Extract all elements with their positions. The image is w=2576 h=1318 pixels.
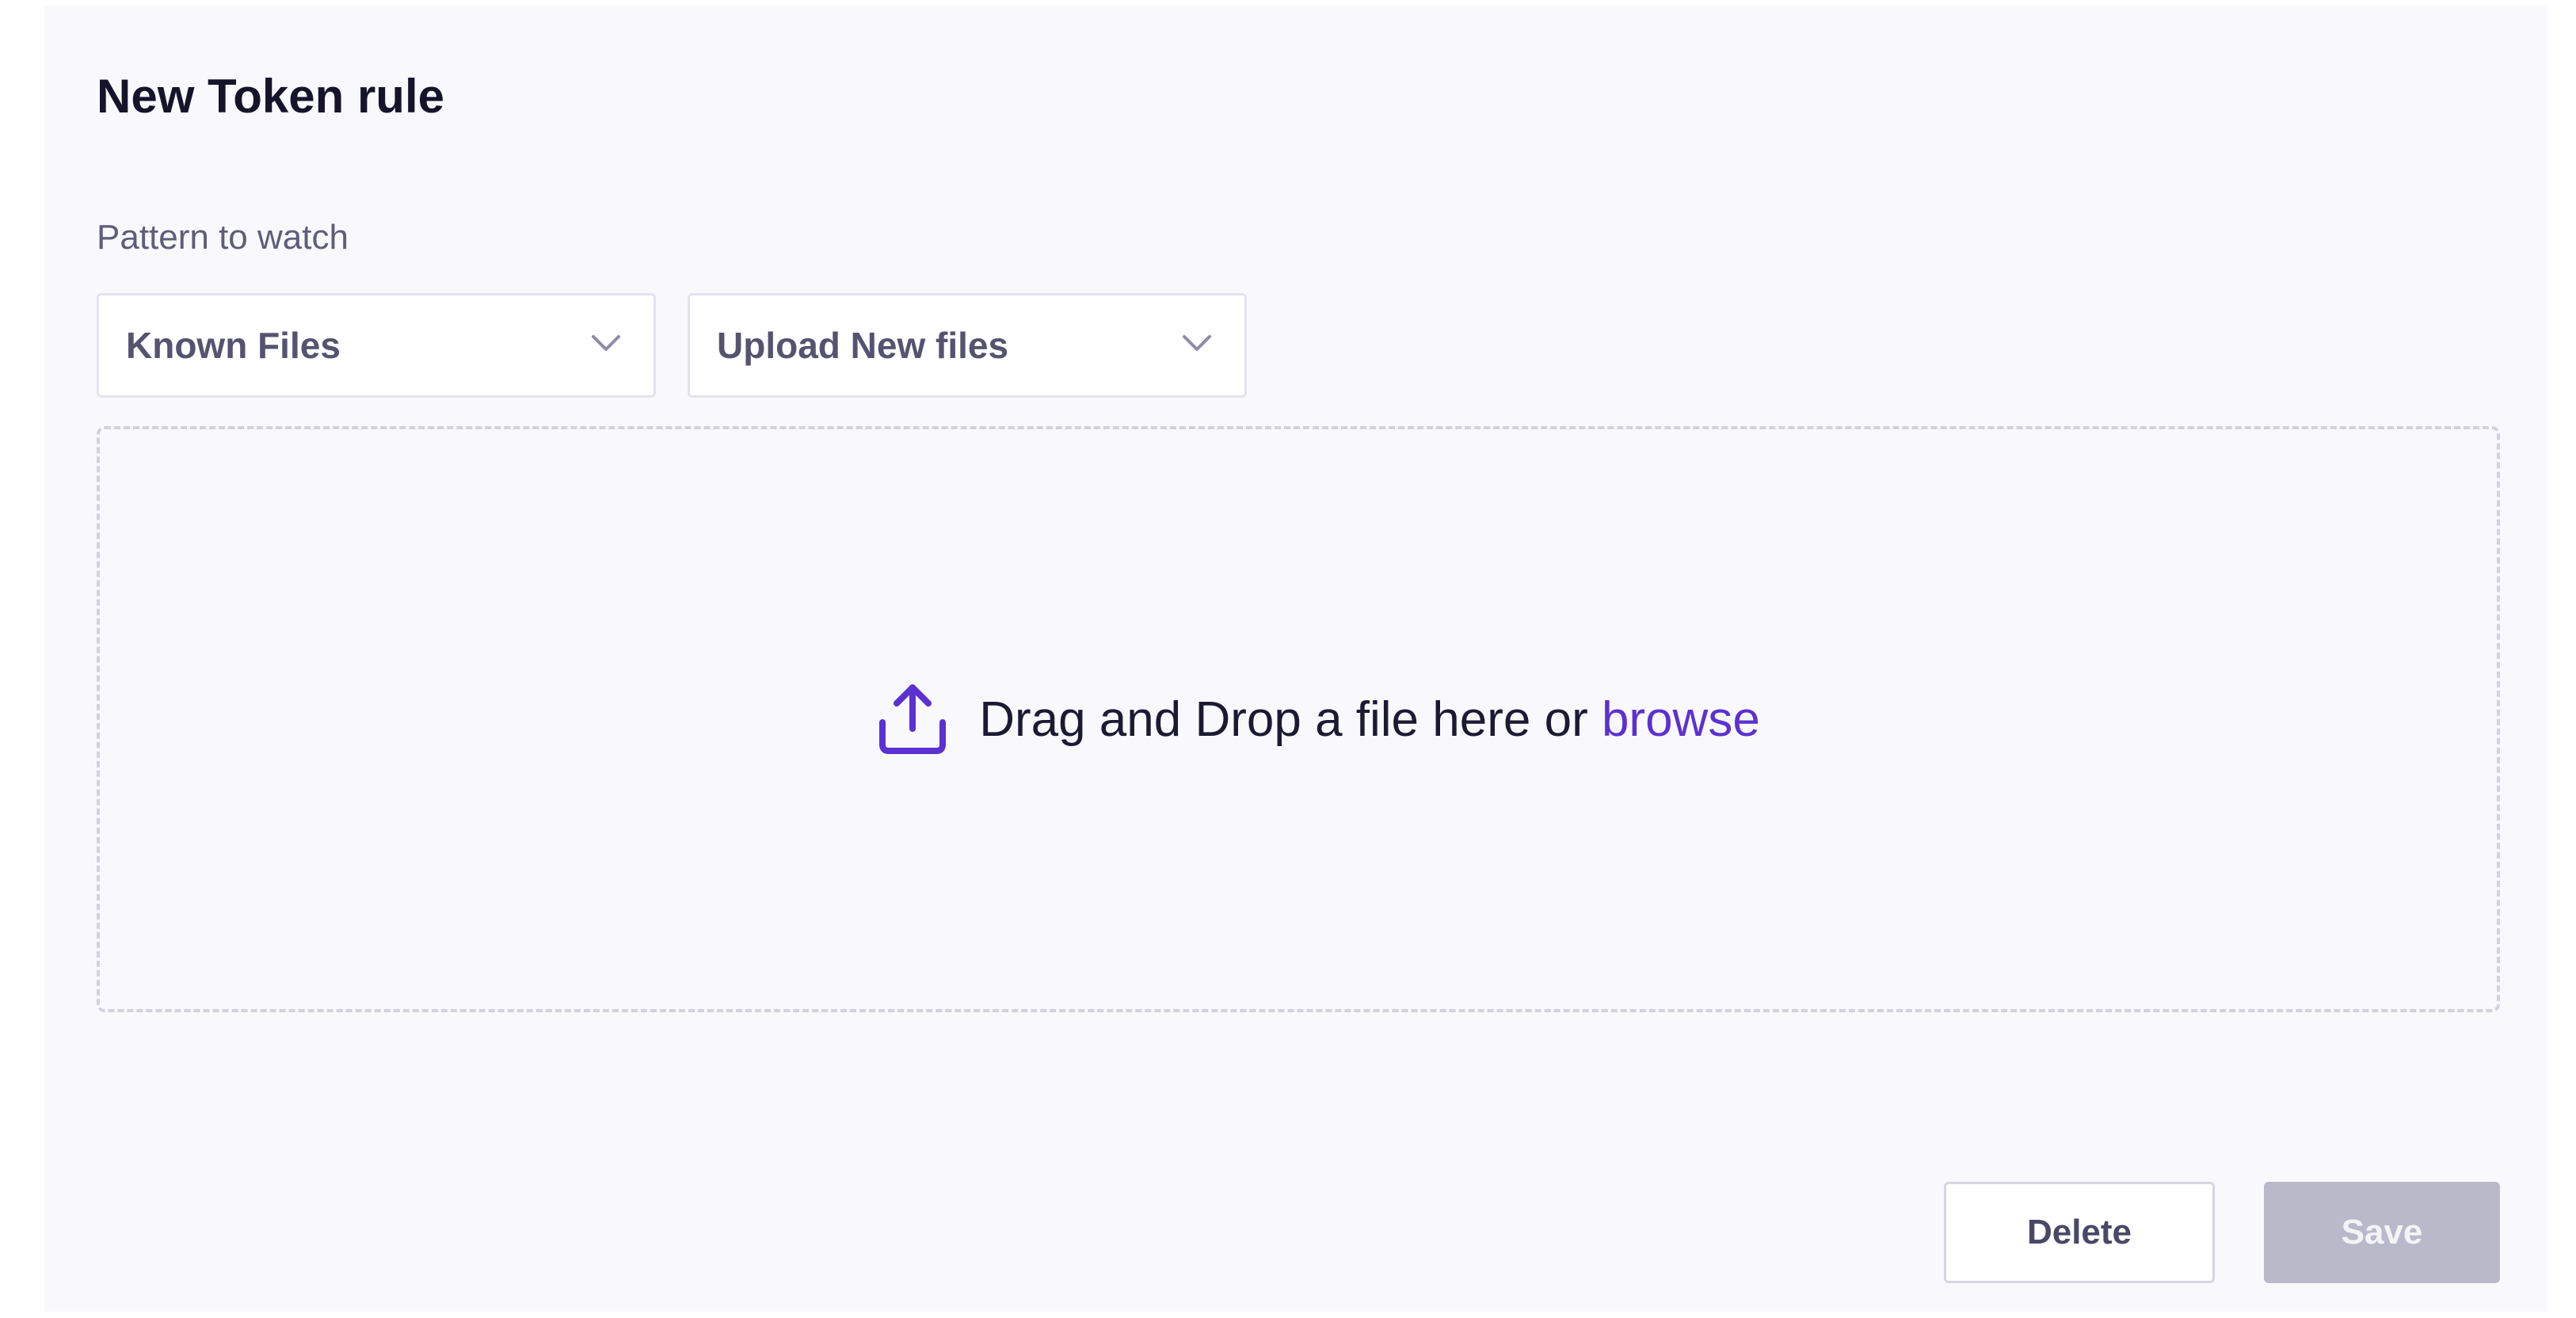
known-files-select-value: Known Files — [126, 325, 341, 366]
upload-icon — [879, 684, 947, 754]
browse-link[interactable]: browse — [1602, 692, 1760, 747]
save-button[interactable]: Save — [2264, 1182, 2500, 1283]
delete-button[interactable]: Delete — [1944, 1182, 2215, 1283]
dropzone-text: Drag and Drop a file here or browse — [979, 691, 1760, 748]
dropzone-instruction: Drag and Drop a file here or — [979, 691, 1602, 747]
token-rule-panel: New Token rule Pattern to watch Known Fi… — [44, 6, 2547, 1312]
known-files-select[interactable]: Known Files — [97, 293, 656, 398]
dropzone-content: Drag and Drop a file here or browse — [100, 429, 2497, 1009]
upload-new-files-select-value: Upload New files — [717, 325, 1009, 366]
file-dropzone[interactable]: Drag and Drop a file here or browse — [97, 426, 2500, 1012]
chevron-down-icon — [592, 335, 620, 351]
pattern-label: Pattern to watch — [97, 218, 349, 257]
chevron-down-icon — [1183, 335, 1211, 351]
upload-new-files-select[interactable]: Upload New files — [688, 293, 1247, 398]
page-title: New Token rule — [97, 70, 444, 123]
